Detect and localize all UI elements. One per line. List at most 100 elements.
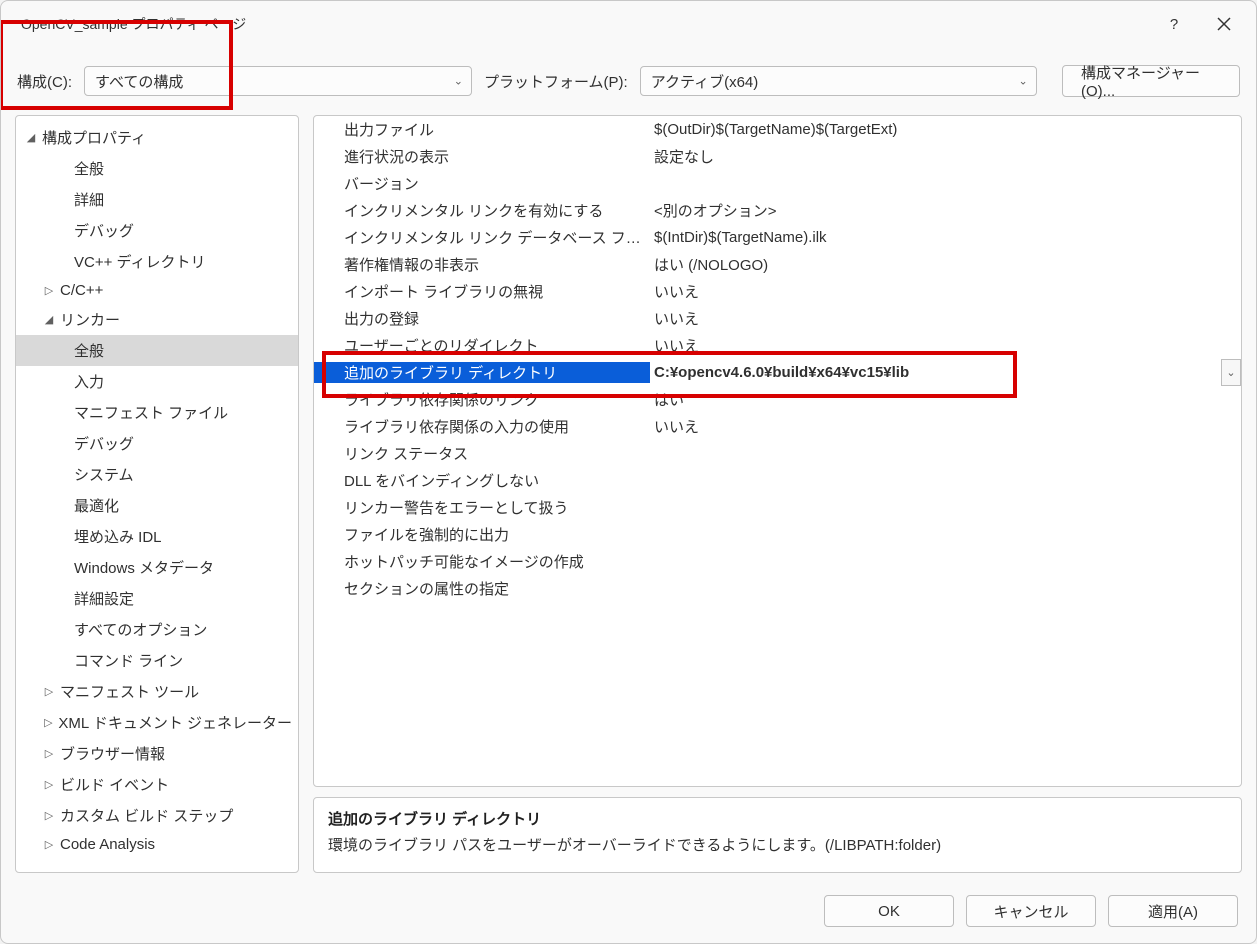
tree-item[interactable]: コマンド ライン [16, 645, 298, 676]
property-label: DLL をバインディングしない [314, 470, 650, 491]
property-row[interactable]: インクリメンタル リンク データベース ファイル$(IntDir)$(Targe… [314, 224, 1241, 251]
description-panel: 追加のライブラリ ディレクトリ 環境のライブラリ パスをユーザーがオーバーライド… [313, 797, 1242, 873]
property-label: バージョン [314, 173, 650, 194]
config-manager-button[interactable]: 構成マネージャー(O)... [1062, 65, 1240, 97]
property-value[interactable]: $(OutDir)$(TargetName)$(TargetExt) [650, 121, 1241, 138]
tree-item[interactable]: ▷ビルド イベント [16, 769, 298, 800]
help-icon[interactable]: ? [1154, 9, 1194, 39]
tree-item[interactable]: ▷ブラウザー情報 [16, 738, 298, 769]
property-row[interactable]: ライブラリ依存関係のリンクはい [314, 386, 1241, 413]
content-area: ◢ 構成プロパティ 全般詳細デバッグVC++ ディレクトリ▷C/C++◢リンカー… [1, 115, 1256, 885]
tree-item-label: 全般 [74, 340, 104, 361]
tree-root-label: 構成プロパティ [42, 127, 146, 148]
tree-item-label: VC++ ディレクトリ [74, 251, 205, 272]
description-title: 追加のライブラリ ディレクトリ [328, 808, 1227, 829]
property-row[interactable]: ファイルを強制的に出力 [314, 521, 1241, 548]
tree-item-label: デバッグ [74, 220, 134, 241]
property-row[interactable]: 出力の登録いいえ [314, 305, 1241, 332]
tree-item[interactable]: 最適化 [16, 490, 298, 521]
property-row[interactable]: DLL をバインディングしない [314, 467, 1241, 494]
tree-item[interactable]: ◢リンカー [16, 304, 298, 335]
property-label: 出力の登録 [314, 308, 650, 329]
description-text: 環境のライブラリ パスをユーザーがオーバーライドできるようにします。(/LIBP… [328, 834, 1227, 855]
property-row[interactable]: リンカー警告をエラーとして扱う [314, 494, 1241, 521]
platform-label: プラットフォーム(P): [484, 71, 628, 92]
chevron-down-icon: ⌄ [1019, 75, 1028, 88]
property-value[interactable]: いいえ [650, 335, 1241, 356]
property-label: 出力ファイル [314, 119, 650, 140]
tree-item-label: 全般 [74, 158, 104, 179]
chevron-down-icon[interactable]: ⌄ [1221, 359, 1241, 386]
tree-item[interactable]: VC++ ディレクトリ [16, 246, 298, 277]
tree-item[interactable]: ▷ マニフェスト ツール [16, 676, 298, 707]
apply-button[interactable]: 適用(A) [1108, 895, 1238, 927]
tree-item[interactable]: ▷カスタム ビルド ステップ [16, 800, 298, 831]
tree-item-label: ブラウザー情報 [60, 743, 165, 764]
tree-item[interactable]: システム [16, 459, 298, 490]
cancel-button[interactable]: キャンセル [966, 895, 1096, 927]
property-label: ファイルを強制的に出力 [314, 524, 650, 545]
property-value[interactable]: いいえ [650, 416, 1241, 437]
tree-item[interactable]: ▷C/C++ [16, 277, 298, 304]
property-row[interactable]: 進行状況の表示設定なし [314, 143, 1241, 170]
tree-item[interactable]: 埋め込み IDL [16, 521, 298, 552]
tree-item[interactable]: 詳細設定 [16, 583, 298, 614]
tree-item[interactable]: デバッグ [16, 215, 298, 246]
config-value: すべての構成 [95, 71, 183, 92]
tree-item-label: XML ドキュメント ジェネレーター [58, 712, 292, 733]
property-row[interactable]: セクションの属性の指定 [314, 575, 1241, 602]
tree-item[interactable]: ▷Code Analysis [16, 831, 298, 858]
tree-item-label: 詳細設定 [74, 588, 134, 609]
tree-item[interactable]: 詳細 [16, 184, 298, 215]
ok-button[interactable]: OK [824, 895, 954, 927]
tree-item[interactable]: ▷XML ドキュメント ジェネレーター [16, 707, 298, 738]
property-value[interactable]: 設定なし [650, 146, 1241, 167]
property-row[interactable]: 著作権情報の非表示はい (/NOLOGO) [314, 251, 1241, 278]
property-value[interactable]: いいえ [650, 308, 1241, 329]
property-grid[interactable]: 出力ファイル$(OutDir)$(TargetName)$(TargetExt)… [313, 115, 1242, 787]
property-row[interactable]: 追加のライブラリ ディレクトリC:¥opencv4.6.0¥build¥x64¥… [314, 359, 1241, 386]
property-label: インポート ライブラリの無視 [314, 281, 650, 302]
tree-item-label: Windows メタデータ [74, 557, 214, 578]
tree-item[interactable]: デバッグ [16, 428, 298, 459]
property-value[interactable]: C:¥opencv4.6.0¥build¥x64¥vc15¥lib [650, 364, 1221, 381]
property-label: ライブラリ依存関係のリンク [314, 389, 650, 410]
property-label: ホットパッチ可能なイメージの作成 [314, 551, 650, 572]
tree-item[interactable]: Windows メタデータ [16, 552, 298, 583]
property-value[interactable]: <別のオプション> [650, 200, 1241, 221]
property-row[interactable]: リンク ステータス [314, 440, 1241, 467]
property-value[interactable]: はい [650, 389, 1241, 410]
property-row[interactable]: ユーザーごとのリダイレクトいいえ [314, 332, 1241, 359]
tree-item-label: 埋め込み IDL [74, 526, 162, 547]
tree-item[interactable]: すべてのオプション [16, 614, 298, 645]
titlebar: OpenCV_sample プロパティ ページ ? [1, 1, 1256, 47]
config-dropdown[interactable]: すべての構成 ⌄ [84, 66, 472, 96]
tree-item[interactable]: 全般 [16, 153, 298, 184]
close-icon[interactable] [1204, 9, 1244, 39]
tree-item-label: 最適化 [74, 495, 119, 516]
property-row[interactable]: 出力ファイル$(OutDir)$(TargetName)$(TargetExt) [314, 116, 1241, 143]
tree-item[interactable]: マニフェスト ファイル [16, 397, 298, 428]
property-value[interactable]: $(IntDir)$(TargetName).ilk [650, 229, 1241, 246]
tree-panel[interactable]: ◢ 構成プロパティ 全般詳細デバッグVC++ ディレクトリ▷C/C++◢リンカー… [15, 115, 299, 873]
property-value[interactable]: いいえ [650, 281, 1241, 302]
tree-item-label: システム [74, 464, 134, 485]
property-label: リンカー警告をエラーとして扱う [314, 497, 650, 518]
property-label: ライブラリ依存関係の入力の使用 [314, 416, 650, 437]
property-row[interactable]: ライブラリ依存関係の入力の使用いいえ [314, 413, 1241, 440]
platform-dropdown[interactable]: アクティブ(x64) ⌄ [640, 66, 1037, 96]
tree-item[interactable]: 全般 [16, 335, 298, 366]
property-row[interactable]: インクリメンタル リンクを有効にする<別のオプション> [314, 197, 1241, 224]
tree-item-label: コマンド ライン [74, 650, 183, 671]
tree-item-label: すべてのオプション [74, 619, 207, 640]
property-value[interactable]: はい (/NOLOGO) [650, 254, 1241, 275]
property-row[interactable]: ホットパッチ可能なイメージの作成 [314, 548, 1241, 575]
tree-item-label: C/C++ [60, 282, 103, 299]
property-row[interactable]: バージョン [314, 170, 1241, 197]
property-row[interactable]: インポート ライブラリの無視いいえ [314, 278, 1241, 305]
tree-item[interactable]: 入力 [16, 366, 298, 397]
tree-item-label: マニフェスト ツール [60, 681, 199, 702]
tree-root[interactable]: ◢ 構成プロパティ [16, 122, 298, 153]
property-label: インクリメンタル リンクを有効にする [314, 200, 650, 221]
arrow-right-icon: ▷ [42, 685, 56, 698]
